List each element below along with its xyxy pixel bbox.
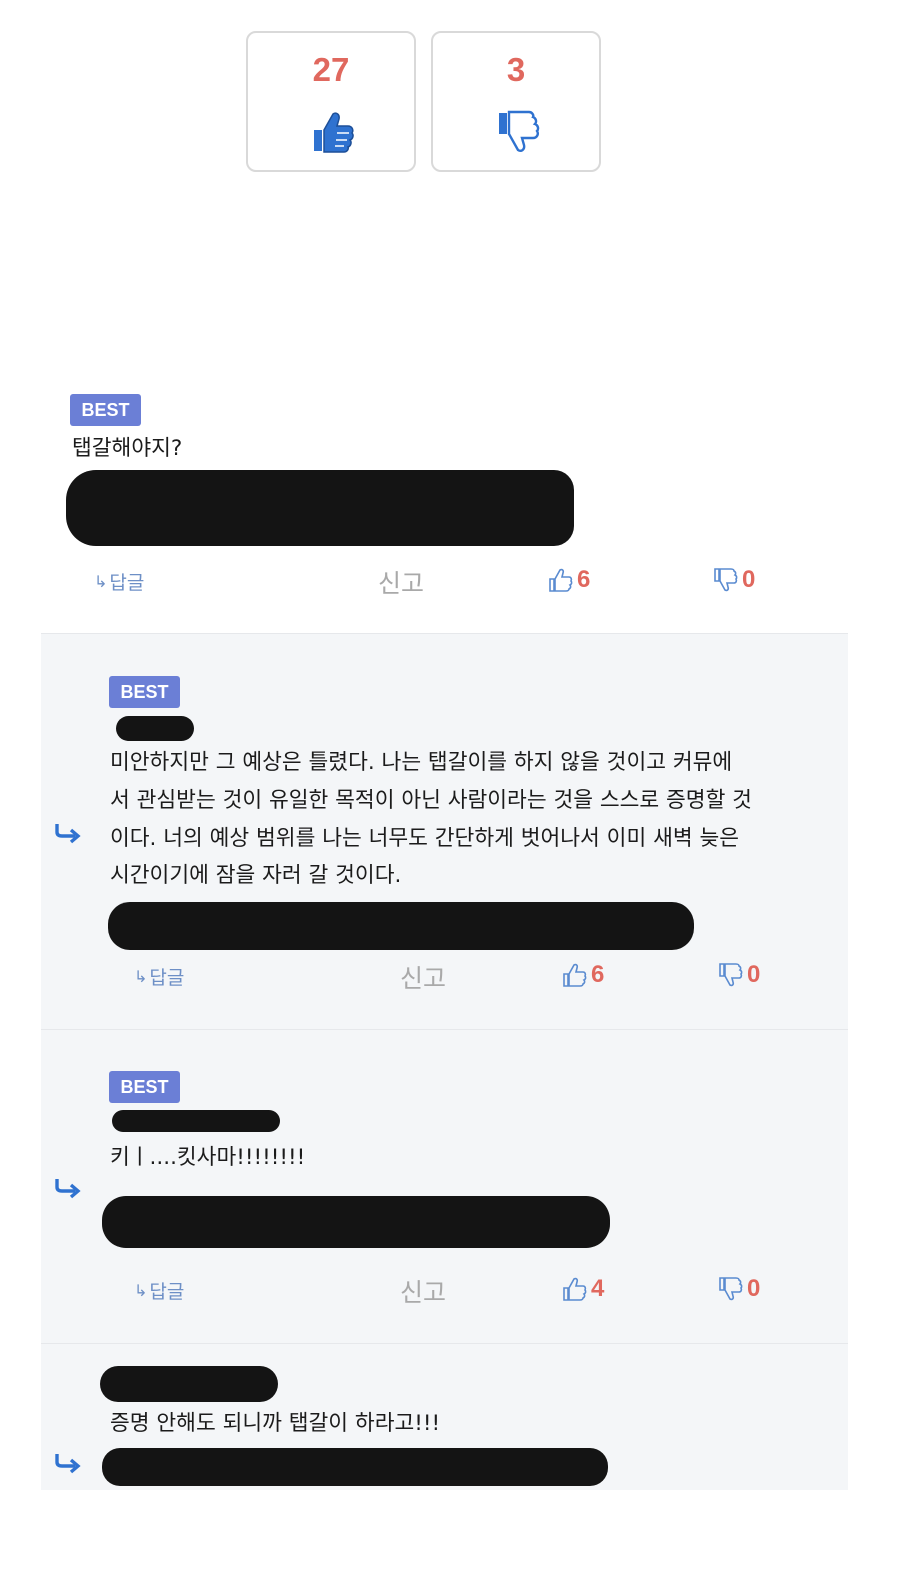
comment-text: 증명 안해도 되니까 탭갈이 하라고!!! bbox=[110, 1411, 441, 1436]
report-button[interactable]: 신고 bbox=[378, 564, 424, 600]
reply-arrow-icon: ↳ bbox=[134, 1281, 148, 1300]
report-button[interactable]: 신고 bbox=[400, 1273, 446, 1309]
dislike-count: 0 bbox=[742, 566, 756, 593]
upvote-count: 27 bbox=[312, 51, 350, 88]
report-label: 신고 bbox=[400, 1278, 447, 1307]
like-count: 6 bbox=[577, 566, 591, 593]
comment-text-line: 서 관심받는 것이 유일한 목적이 아닌 사람이라는 것을 스스로 증명할 것 bbox=[110, 788, 752, 813]
reply-indicator-icon bbox=[55, 1454, 81, 1474]
best-badge: BEST bbox=[109, 1071, 180, 1103]
reply-label: 답글 bbox=[109, 572, 145, 594]
reply-arrow-icon: ↳ bbox=[134, 967, 148, 986]
redacted-area bbox=[102, 1196, 610, 1248]
dislike-button[interactable]: 0 bbox=[712, 566, 755, 594]
report-label: 신고 bbox=[378, 569, 425, 598]
thumbs-down-icon bbox=[719, 963, 743, 987]
dislike-button[interactable]: 0 bbox=[717, 961, 760, 989]
thumbs-up-icon bbox=[549, 568, 573, 592]
thumbs-down-icon bbox=[714, 568, 738, 592]
dislike-button[interactable]: 0 bbox=[717, 1275, 760, 1303]
comment-text: 키ㅣ....킷사마!!!!!!!! bbox=[110, 1145, 306, 1170]
report-label: 신고 bbox=[400, 964, 447, 993]
redacted-area bbox=[66, 470, 574, 546]
redacted-area bbox=[108, 902, 694, 950]
reply-button[interactable]: ↳ 답글 bbox=[94, 568, 144, 595]
like-count: 4 bbox=[591, 1275, 605, 1302]
downvote-count: 3 bbox=[506, 51, 526, 88]
reply-label: 답글 bbox=[149, 1281, 185, 1303]
thumbs-down-icon bbox=[719, 1277, 743, 1301]
redacted-area bbox=[102, 1448, 608, 1486]
reply-label: 답글 bbox=[149, 967, 185, 989]
best-badge: BEST bbox=[109, 676, 180, 708]
report-button[interactable]: 신고 bbox=[400, 959, 446, 995]
comment-text-line: 이다. 너의 예상 범위를 나는 너무도 간단하게 벗어나서 이미 새벽 늦은 bbox=[110, 826, 740, 851]
redacted-author bbox=[116, 716, 194, 741]
redacted-author bbox=[100, 1366, 278, 1402]
comment-text-line: 미안하지만 그 예상은 틀렸다. 나는 탭갈이를 하지 않을 것이고 커뮤에 bbox=[110, 750, 733, 775]
like-button[interactable]: 6 bbox=[547, 566, 590, 594]
reply-button[interactable]: ↳ 답글 bbox=[134, 1277, 184, 1304]
thumbs-up-icon bbox=[563, 963, 587, 987]
reply-button[interactable]: ↳ 답글 bbox=[134, 963, 184, 990]
reply-arrow-icon: ↳ bbox=[94, 572, 108, 591]
thumbs-up-icon bbox=[314, 112, 354, 153]
downvote-button[interactable]: 3 bbox=[431, 31, 601, 172]
reply-indicator-icon bbox=[55, 824, 81, 844]
comment-text-line: 시간이기에 잠을 자러 갈 것이다. bbox=[110, 863, 402, 888]
like-button[interactable]: 6 bbox=[561, 961, 604, 989]
reply-indicator-icon bbox=[55, 1179, 81, 1199]
dislike-count: 0 bbox=[747, 961, 761, 988]
dislike-count: 0 bbox=[747, 1275, 761, 1302]
like-count: 6 bbox=[591, 961, 605, 988]
redacted-author bbox=[112, 1110, 280, 1132]
thumbs-down-icon bbox=[499, 110, 540, 152]
comment-text: 탭갈해야지? bbox=[72, 436, 183, 461]
thumbs-up-icon bbox=[563, 1277, 587, 1301]
best-badge: BEST bbox=[70, 394, 141, 426]
like-button[interactable]: 4 bbox=[561, 1275, 604, 1303]
upvote-button[interactable]: 27 bbox=[246, 31, 416, 172]
